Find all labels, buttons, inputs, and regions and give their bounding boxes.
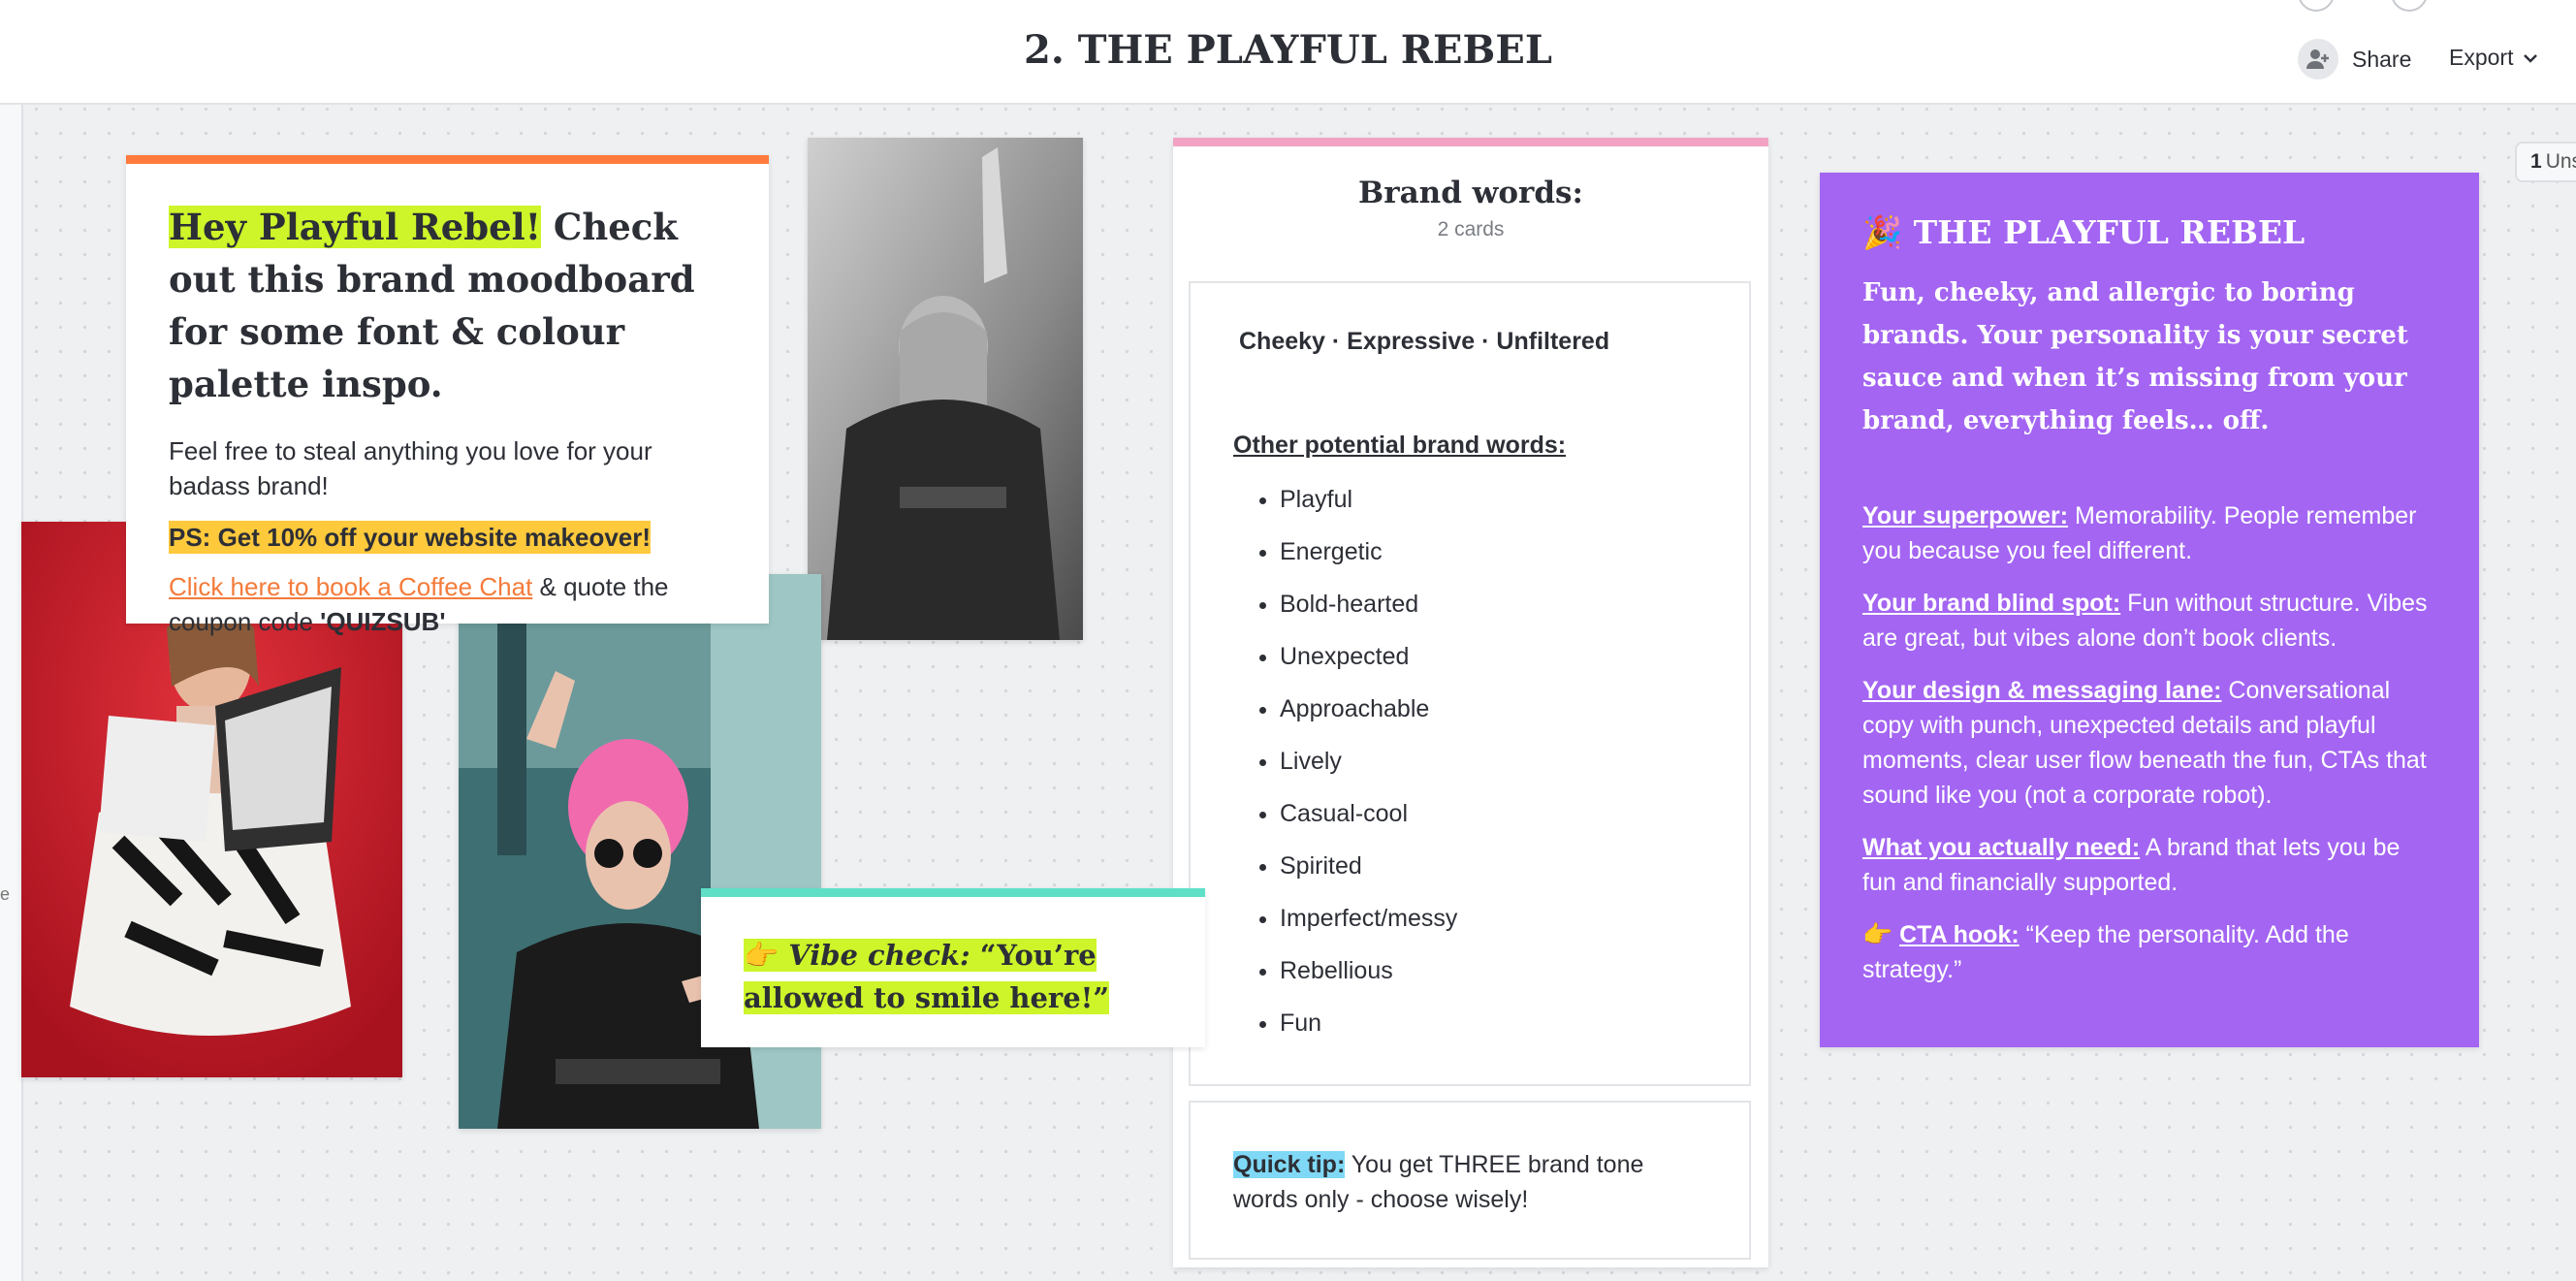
- intro-ps-offer: PS: Get 10% off your website makeover!: [169, 521, 652, 554]
- rebel-title-text: THE PLAYFUL REBEL: [1913, 213, 2306, 251]
- section-label: Your superpower:: [1862, 502, 2069, 529]
- column-card-count: 2 cards: [1437, 218, 1505, 240]
- chevron-down-icon: [2524, 53, 2538, 63]
- list-item: Energetic: [1280, 526, 1706, 578]
- list-item: Bold-hearted: [1280, 578, 1706, 630]
- unsorted-tab[interactable]: 1 Uns: [2515, 142, 2576, 182]
- playful-rebel-card[interactable]: 🎉 THE PLAYFUL REBEL Fun, cheeky, and all…: [1820, 173, 2479, 1047]
- vibe-check-label: Vibe check:: [788, 939, 970, 972]
- brand-words-list: Playful Energetic Bold-hearted Unexpecte…: [1233, 473, 1706, 1049]
- intro-card[interactable]: Hey Playful Rebel! Check out this brand …: [126, 155, 769, 636]
- top-bar: 2. THE PLAYFUL REBEL Share Export: [0, 0, 2576, 105]
- superpower-section: Your superpower: Memorability. People re…: [1862, 498, 2436, 568]
- list-item: Fun: [1280, 997, 1706, 1049]
- vibe-check-text: 👉 Vibe check: “You’re allowed to smile h…: [744, 934, 1162, 1019]
- design-lane-section: Your design & messaging lane: Conversati…: [1862, 673, 2436, 813]
- point-right-emoji: 👉: [744, 939, 779, 972]
- left-rail: [0, 103, 23, 1281]
- intro-body: Feel free to steal anything you love for…: [169, 436, 652, 500]
- rebel-card-title: 🎉 THE PLAYFUL REBEL: [1862, 209, 2436, 256]
- list-item: Playful: [1280, 473, 1706, 526]
- rail-glyph: e: [0, 884, 11, 904]
- share-button[interactable]: Share: [2298, 39, 2411, 80]
- blind-spot-section: Your brand blind spot: Fun without struc…: [1862, 586, 2436, 656]
- list-item: Lively: [1280, 735, 1706, 787]
- toolbar-icon[interactable]: [2391, 0, 2428, 12]
- section-label: Your brand blind spot:: [1862, 590, 2121, 617]
- export-label: Export: [2449, 45, 2514, 70]
- section-label: CTA hook:: [1899, 921, 2019, 948]
- quick-tip-card[interactable]: Quick tip: You get THREE brand tone word…: [1189, 1101, 1751, 1260]
- share-label: Share: [2352, 46, 2412, 72]
- list-item: Rebellious: [1280, 945, 1706, 997]
- export-button[interactable]: Export: [2449, 45, 2538, 71]
- photo-bw-rebel-jacket[interactable]: [808, 138, 1083, 640]
- section-label: Your design & messaging lane:: [1862, 677, 2222, 704]
- quick-tip-label: Quick tip:: [1233, 1151, 1346, 1178]
- intro-link-line: Click here to book a Coffee Chat & quote…: [169, 569, 726, 639]
- vibe-check-card[interactable]: 👉 Vibe check: “You’re allowed to smile h…: [701, 888, 1205, 1047]
- main-brand-words: Cheeky · Expressive · Unfiltered: [1239, 328, 1610, 355]
- point-right-emoji: 👉: [1862, 921, 1893, 948]
- coupon-code: 'QUIZSUB': [320, 607, 446, 636]
- list-item: Imperfect/messy: [1280, 892, 1706, 945]
- toolbar-icon[interactable]: [2298, 0, 2335, 12]
- section-label: What you actually need:: [1862, 834, 2141, 861]
- add-user-icon: [2298, 39, 2338, 80]
- actual-need-section: What you actually need: A brand that let…: [1862, 830, 2436, 900]
- list-item: Spirited: [1280, 840, 1706, 892]
- list-item: Approachable: [1280, 683, 1706, 735]
- brand-words-card[interactable]: Cheeky · Expressive · Unfiltered Other p…: [1189, 281, 1751, 1086]
- list-item: Casual-cool: [1280, 787, 1706, 840]
- brand-words-column[interactable]: Brand words: 2 cards Cheeky · Expressive…: [1173, 138, 1768, 1267]
- rebel-sections: Your superpower: Memorability. People re…: [1862, 498, 2436, 987]
- rebel-lead: Fun, cheeky, and allergic to boring bran…: [1862, 278, 2408, 435]
- unsorted-count: 1: [2530, 150, 2542, 173]
- unsorted-label: Uns: [2545, 150, 2576, 173]
- other-words-label: Other potential brand words:: [1233, 432, 1567, 459]
- party-emoji: 🎉: [1862, 213, 1903, 251]
- board-title: 2. THE PLAYFUL REBEL: [1024, 27, 1552, 73]
- list-item: Unexpected: [1280, 630, 1706, 683]
- coffee-chat-link[interactable]: Click here to book a Coffee Chat: [169, 572, 532, 601]
- column-title: Brand words:: [1358, 176, 1583, 210]
- cta-hook-section: 👉 CTA hook: “Keep the personality. Add t…: [1862, 917, 2436, 987]
- intro-headline-highlight: Hey Playful Rebel!: [169, 206, 541, 248]
- intro-headline: Hey Playful Rebel! Check out this brand …: [169, 201, 726, 410]
